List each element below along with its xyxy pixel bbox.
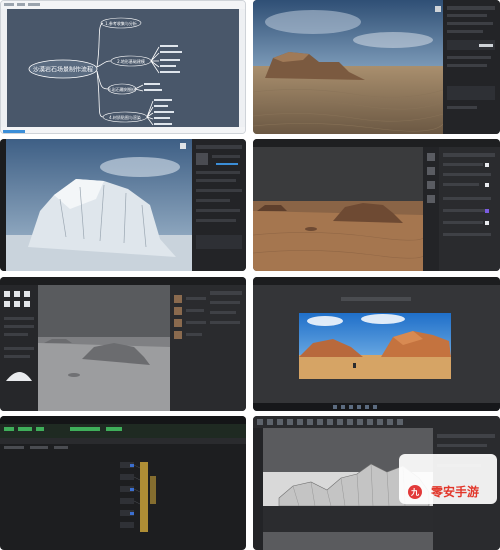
watermark-logo-char: 九 [410, 487, 419, 497]
image-preview-canyon [253, 277, 500, 411]
desert-rock-terrain [253, 139, 500, 271]
gizmo-icon [435, 6, 441, 12]
viewport-grey-rock [0, 277, 246, 411]
gizmo-icon [180, 143, 186, 149]
mindmap-center-node: 沙漠岩石场景制作流程 [33, 66, 93, 74]
canyon-composite-preview [253, 277, 500, 411]
mindmap-canvas: 沙漠岩石场景制作流程 1.参考收集与分析 2.地形基础建模 3.岩石雕刻细化 4… [1, 1, 245, 133]
snow-rock-sculpt [0, 139, 246, 271]
mindmap-branch-1: 1.参考收集与分析 [105, 20, 137, 26]
wireframe-mountain-viewport: 九 零安手游 [253, 416, 500, 550]
viewport-desert-mesa [253, 0, 500, 134]
mindmap-branch-4: 4.材质贴图与渲染 [109, 114, 141, 120]
node-graph-canvas [0, 416, 246, 532]
desert-mesa-render [253, 0, 500, 134]
mindmap-screenshot: 沙漠岩石场景制作流程 1.参考收集与分析 2.地形基础建模 3.岩石雕刻细化 4… [0, 0, 246, 134]
viewport-desert-terrain [253, 139, 500, 271]
viewport-snow-rock [0, 139, 246, 271]
viewport-wireframe: 九 零安手游 [253, 416, 500, 550]
mindmap-branch-2: 2.地形基础建模 [117, 58, 145, 64]
node-graph-editor [0, 416, 246, 550]
watermark-text: 零安手游 [430, 484, 479, 499]
grey-rock-editor [0, 277, 246, 411]
mindmap-branch-3: 3.岩石雕刻细化 [108, 86, 136, 92]
